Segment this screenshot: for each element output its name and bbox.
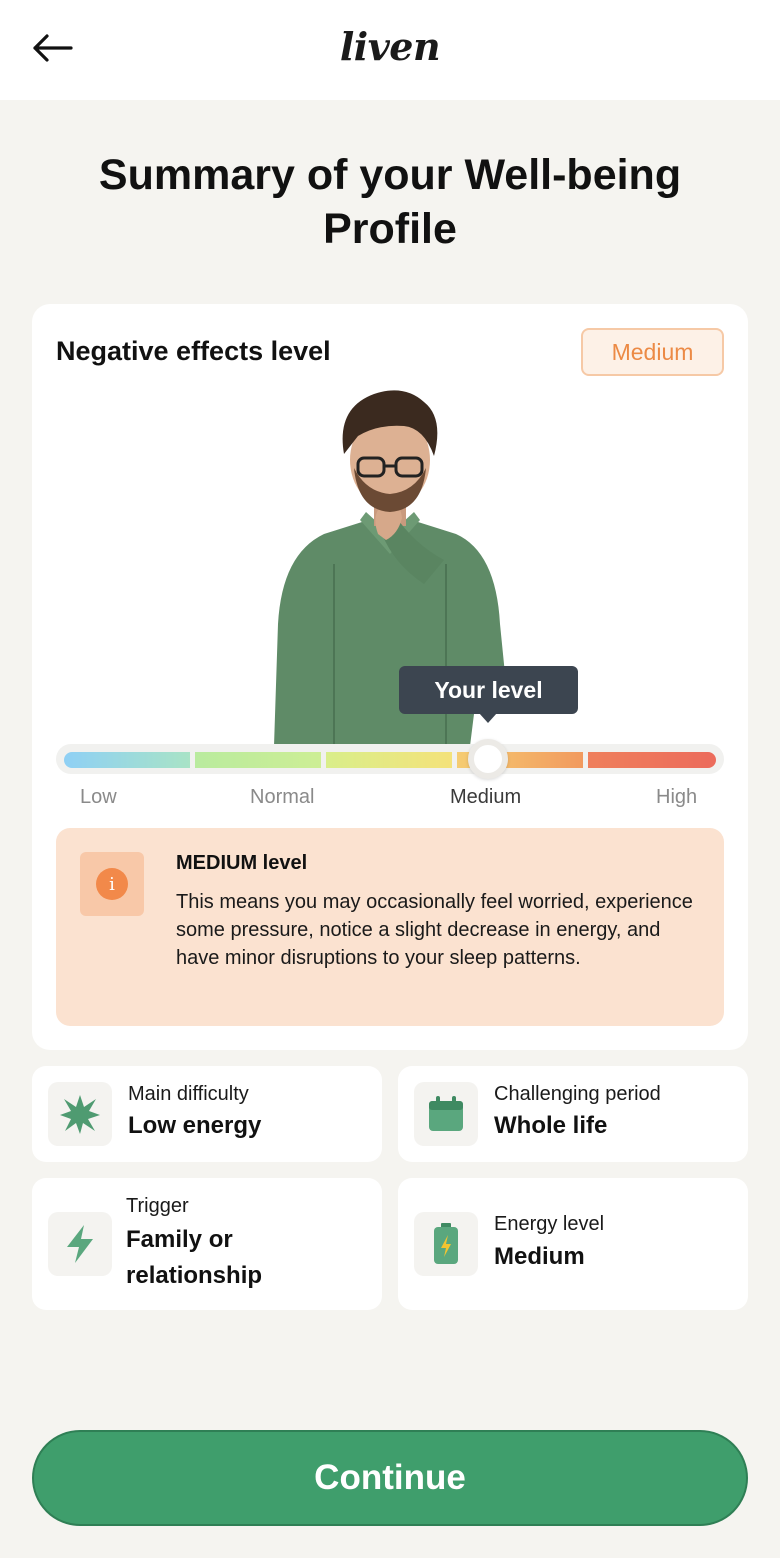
scale-segment-medium-low — [326, 752, 452, 768]
app-logo: liven — [339, 24, 441, 69]
stat-trigger: Trigger Family or relationship — [32, 1178, 382, 1310]
level-scale-knob[interactable] — [467, 739, 508, 779]
stat-value: Medium — [494, 1243, 585, 1270]
stat-label: Challenging period — [494, 1083, 661, 1105]
info-icon: i — [96, 868, 128, 900]
lightning-icon — [48, 1212, 112, 1276]
scale-segment-normal — [195, 752, 321, 768]
card-title: Negative effects level — [56, 336, 331, 366]
stat-challenging-period: Challenging period Whole life — [398, 1066, 748, 1162]
stat-main-difficulty: Main difficulty Low energy — [32, 1066, 382, 1162]
stat-value: Whole life — [494, 1112, 608, 1139]
scale-label-medium: Medium — [450, 786, 522, 808]
page-title: Summary of your Well-being Profile — [98, 151, 682, 253]
stat-value: Low energy — [128, 1112, 262, 1139]
stat-label: Main difficulty — [128, 1083, 249, 1105]
scale-label-high: High — [656, 786, 698, 808]
scale-segment-low — [64, 752, 190, 768]
stat-label: Energy level — [494, 1213, 605, 1235]
stat-value: Family or relationship — [126, 1226, 263, 1289]
negative-effects-card: Negative effects level Medium Your level… — [32, 304, 748, 1050]
battery-icon — [414, 1212, 478, 1276]
level-badge: Medium — [581, 328, 724, 376]
your-level-tooltip: Your level — [399, 666, 578, 723]
scale-label-low: Low — [80, 786, 117, 808]
level-info-box: i MEDIUM level This means you may occasi… — [56, 828, 724, 1026]
continue-button[interactable]: Continue — [32, 1430, 748, 1526]
calendar-icon — [414, 1082, 478, 1146]
burst-icon — [48, 1082, 112, 1146]
scale-label-normal: Normal — [250, 786, 315, 808]
stat-label: Trigger — [126, 1195, 189, 1217]
top-bar: liven — [0, 0, 780, 100]
level-scale — [56, 739, 724, 779]
info-icon-tile: i — [80, 852, 144, 916]
stat-energy-level: Energy level Medium — [398, 1178, 748, 1310]
info-text: This means you may occasionally feel wor… — [176, 891, 693, 969]
scale-segment-high — [588, 752, 716, 768]
info-heading: MEDIUM level — [176, 852, 308, 874]
